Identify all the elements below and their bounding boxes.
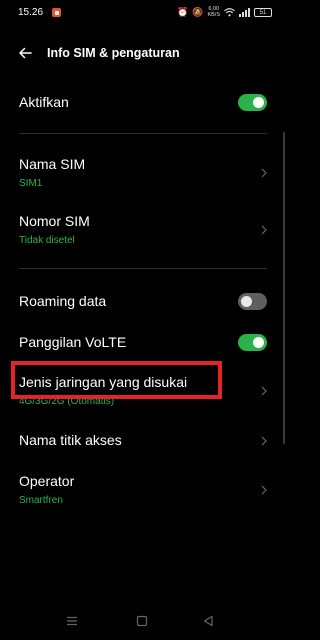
status-icons: ⏰ 🔕 6,00 KB/S 51 — [177, 6, 272, 18]
sim-number-row[interactable]: Nomor SIM Tidak disetel — [0, 205, 286, 255]
wifi-icon — [224, 7, 235, 16]
volte-toggle[interactable] — [238, 334, 267, 351]
toggle-knob — [253, 97, 264, 108]
volte-label: Panggilan VoLTE — [19, 334, 127, 350]
page-header: Info SIM & pengaturan — [0, 38, 286, 68]
notification-icon — [52, 8, 61, 17]
mute-icon: 🔕 — [192, 7, 204, 17]
roaming-toggle[interactable] — [238, 293, 267, 310]
sim-name-row[interactable]: Nama SIM SIM1 — [0, 148, 286, 198]
activate-row[interactable]: Aktifkan — [0, 86, 286, 120]
alarm-icon: ⏰ — [177, 7, 189, 17]
operator-row[interactable]: Operator Smartfren — [0, 465, 286, 515]
chevron-right-icon — [261, 436, 267, 446]
operator-label: Operator — [19, 473, 75, 489]
arrow-left-icon[interactable] — [17, 45, 33, 61]
chevron-right-icon — [261, 485, 267, 495]
status-time: 15.26 — [18, 7, 44, 18]
roaming-row[interactable]: Roaming data — [0, 285, 286, 319]
toggle-knob — [253, 337, 264, 348]
apn-label: Nama titik akses — [19, 432, 122, 448]
sim-number-value: Tidak disetel — [19, 235, 75, 246]
sim-number-label: Nomor SIM — [19, 213, 90, 229]
activate-toggle[interactable] — [238, 94, 267, 111]
highlight-box — [11, 361, 222, 399]
scroll-indicator[interactable] — [283, 132, 285, 444]
battery-icon: 51 — [254, 7, 272, 17]
toggle-knob — [241, 296, 252, 307]
status-bar: 15.26 ⏰ 🔕 6,00 KB/S 51 — [0, 0, 286, 26]
volte-row[interactable]: Panggilan VoLTE — [0, 326, 286, 360]
back-icon[interactable] — [202, 615, 214, 627]
nav-bar — [0, 606, 286, 640]
signal-icon — [239, 7, 250, 17]
apn-row[interactable]: Nama titik akses — [0, 423, 286, 457]
data-speed-icon: 6,00 KB/S — [207, 6, 220, 18]
sim-name-label: Nama SIM — [19, 156, 86, 172]
data-speed-unit: KB/S — [207, 12, 220, 18]
home-icon[interactable] — [136, 615, 148, 627]
sim-name-value: SIM1 — [19, 178, 43, 189]
roaming-label: Roaming data — [19, 293, 107, 309]
divider — [19, 268, 267, 269]
chevron-right-icon — [261, 225, 267, 235]
menu-icon[interactable] — [65, 615, 79, 627]
page-title: Info SIM & pengaturan — [47, 46, 180, 60]
divider — [19, 133, 267, 134]
chevron-right-icon — [261, 168, 267, 178]
activate-label: Aktifkan — [19, 94, 69, 110]
chevron-right-icon — [261, 386, 267, 396]
operator-value: Smartfren — [19, 495, 63, 506]
